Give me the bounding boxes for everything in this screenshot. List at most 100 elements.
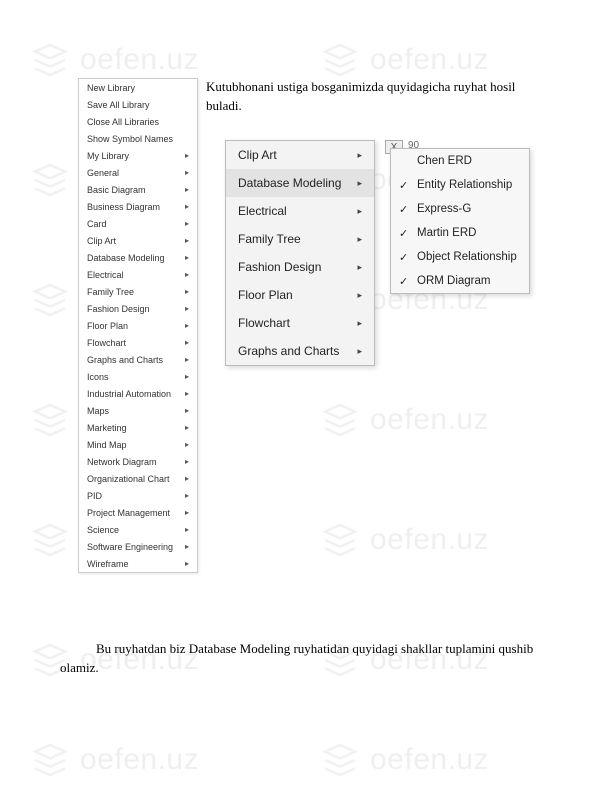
menu-item[interactable]: Graphs and Charts ▸ [79,351,197,368]
submenu-item[interactable]: Graphs and Charts▸ [226,337,374,365]
chevron-right-icon: ▸ [357,234,362,245]
submenu-item[interactable]: Floor Plan▸ [226,281,374,309]
check-icon: ✓ [399,227,408,240]
sub-submenu-item[interactable]: Chen ERD [391,149,529,173]
submenu-item-label: Fashion Design [238,260,321,274]
menu-item[interactable]: Network Diagram▸ [79,453,197,470]
menu-item-label: Flowchart [87,338,126,348]
menu-item[interactable]: Flowchart▸ [79,334,197,351]
menu-item-label: Wireframe [87,559,129,569]
chevron-right-icon: ▸ [185,151,189,160]
chevron-right-icon: ▸ [357,262,362,273]
menu-item-label: Icons [87,372,109,382]
submenu-item-label: Family Tree [238,232,301,246]
chevron-right-icon: ▸ [185,440,189,449]
menu-item[interactable]: Clip Art▸ [79,232,197,249]
sub-submenu-item-label: ORM Diagram [417,275,490,287]
menu-item-label: Save All Library [87,100,150,110]
menu-item[interactable]: Industrial Automation ▸ [79,385,197,402]
chevron-right-icon: ▸ [357,346,362,357]
sub-submenu-item[interactable]: ✓Martin ERD [391,221,529,245]
menu-item-label: Graphs and Charts [87,355,163,365]
chevron-right-icon: ▸ [185,270,189,279]
menu-item-label: Basic Diagram [87,185,146,195]
menu-item[interactable]: Project Management▸ [79,504,197,521]
menu-item[interactable]: Fashion Design ▸ [79,300,197,317]
sub-submenu-item-label: Chen ERD [417,155,472,167]
menu-item-label: Close All Libraries [87,117,159,127]
menu-item[interactable]: Basic Diagram▸ [79,181,197,198]
menu-item[interactable]: New Library [79,79,197,96]
menu-item-label: Industrial Automation [87,389,171,399]
chevron-right-icon: ▸ [185,168,189,177]
submenu-item[interactable]: Clip Art▸ [226,141,374,169]
submenu-item-label: Database Modeling [238,176,341,190]
menu-item-label: Business Diagram [87,202,160,212]
chevron-right-icon: ▸ [185,287,189,296]
chevron-right-icon: ▸ [185,508,189,517]
chevron-right-icon: ▸ [185,372,189,381]
chevron-right-icon: ▸ [185,406,189,415]
check-icon: ✓ [399,251,408,264]
menu-item[interactable]: My Library ▸ [79,147,197,164]
chevron-right-icon: ▸ [185,525,189,534]
menu-item[interactable]: Close All Libraries [79,113,197,130]
sub-submenu-item[interactable]: ✓ Entity Relationship [391,173,529,197]
menu-item-label: Science [87,525,119,535]
chevron-right-icon: ▸ [185,474,189,483]
submenu-item[interactable]: Electrical ▸ [226,197,374,225]
sub-submenu-item-label: Entity Relationship [417,179,512,191]
menu-item-label: Database Modeling [87,253,165,263]
chevron-right-icon: ▸ [185,542,189,551]
chevron-right-icon: ▸ [357,206,362,217]
menu-item[interactable]: Database Modeling ▸ [79,249,197,266]
submenu-item-label: Electrical [238,204,287,218]
chevron-right-icon: ▸ [185,253,189,262]
submenu-item[interactable]: Family Tree ▸ [226,225,374,253]
menu-item[interactable]: Floor Plan▸ [79,317,197,334]
chevron-right-icon: ▸ [185,423,189,432]
menu-item-label: Organizational Chart [87,474,170,484]
menu-item[interactable]: Wireframe▸ [79,555,197,572]
check-icon: ✓ [399,275,408,288]
check-icon: ✓ [399,179,408,192]
menu-item[interactable]: Mind Map▸ [79,436,197,453]
submenu-item[interactable]: Database Modeling▸ [226,169,374,197]
sub-submenu-item-label: Express-G [417,203,471,215]
chevron-right-icon: ▸ [185,389,189,398]
chevron-right-icon: ▸ [185,457,189,466]
submenu-item[interactable]: Fashion Design ▸ [226,253,374,281]
menu-item-label: Fashion Design [87,304,150,314]
menu-item-label: General [87,168,119,178]
menu-item-label: Electrical [87,270,124,280]
menu-item[interactable]: Card▸ [79,215,197,232]
sub-submenu-item[interactable]: ✓ ORM Diagram [391,269,529,293]
menu-item[interactable]: Icons ▸ [79,368,197,385]
menu-item[interactable]: Electrical ▸ [79,266,197,283]
menu-item[interactable]: General ▸ [79,164,197,181]
menu-item[interactable]: Marketing▸ [79,419,197,436]
chevron-right-icon: ▸ [185,304,189,313]
menu-item-label: My Library [87,151,129,161]
menu-item[interactable]: Show Symbol Names [79,130,197,147]
sub-submenu-item[interactable]: ✓Express-G [391,197,529,221]
menu-item[interactable]: Business Diagram▸ [79,198,197,215]
menu-item[interactable]: Science ▸ [79,521,197,538]
menu-item[interactable]: Save All Library [79,96,197,113]
main-context-menu: New Library Save All Library Close All Lib… [78,78,198,573]
chevron-right-icon: ▸ [185,236,189,245]
chevron-right-icon: ▸ [185,355,189,364]
menu-item-label: Maps [87,406,109,416]
menu-item-label: Show Symbol Names [87,134,173,144]
sub-submenu-item[interactable]: ✓ Object Relationship [391,245,529,269]
paragraph-2: Bu ruyhatdan biz Database Modeling ruyha… [60,640,550,678]
menu-item[interactable]: Software Engineering▸ [79,538,197,555]
sub-submenu-item-label: Object Relationship [417,251,517,263]
menu-item[interactable]: Maps ▸ [79,402,197,419]
menu-item[interactable]: Family Tree▸ [79,283,197,300]
sub-submenu: Chen ERD✓Entity Relationship✓Express-G✓M… [390,148,530,294]
submenu-item[interactable]: Flowchart▸ [226,309,374,337]
menu-item[interactable]: Organizational Chart ▸ [79,470,197,487]
paragraph-1: Kutubhonani ustiga bosganimizda quyidagi… [206,78,536,116]
menu-item[interactable]: PID▸ [79,487,197,504]
